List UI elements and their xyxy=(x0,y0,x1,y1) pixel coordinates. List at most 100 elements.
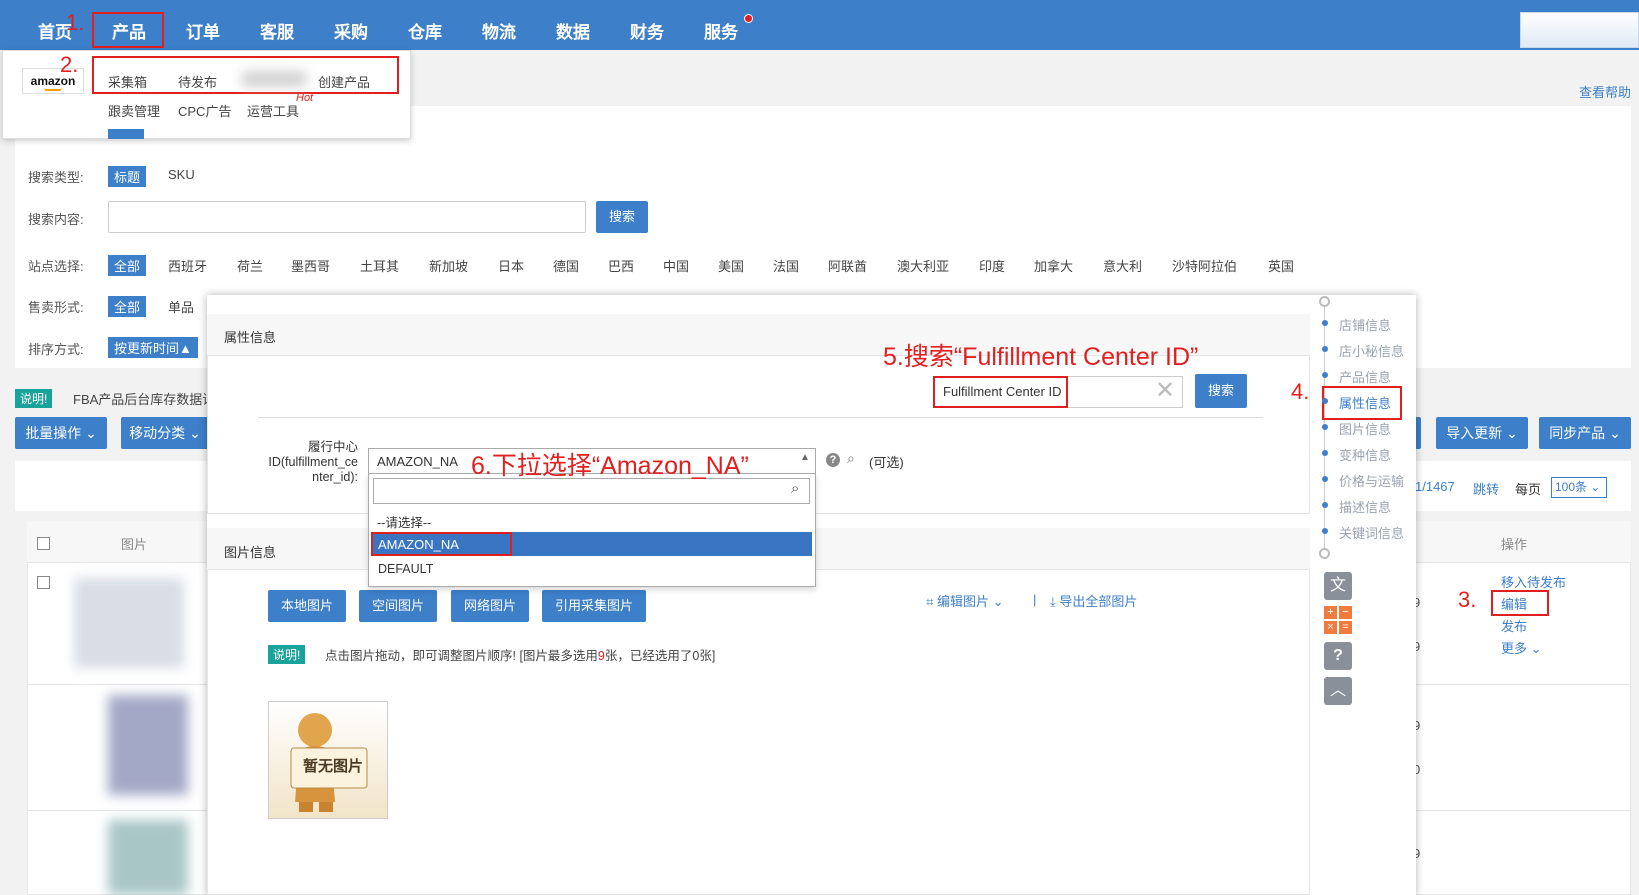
sale-form-label: 售卖形式: xyxy=(28,300,84,315)
jump-link[interactable]: 跳转 xyxy=(1473,479,1499,498)
nav-logistics[interactable]: 物流 xyxy=(482,18,516,43)
site-all[interactable]: 全部 xyxy=(108,255,147,276)
step-1-annotation: 1. xyxy=(66,10,85,35)
nav-finance[interactable]: 财务 xyxy=(630,18,664,43)
side-nav-dot xyxy=(1322,372,1328,378)
import-update-button[interactable]: 导入更新 ⌄ xyxy=(1436,417,1528,449)
help-circle-icon[interactable]: ? xyxy=(826,453,840,467)
clear-icon[interactable]: ✕ xyxy=(1155,379,1175,403)
side-nav-dot xyxy=(1322,450,1328,456)
site-uk[interactable]: 英国 xyxy=(1268,256,1294,275)
batch-ops-button[interactable]: 批量操作 ⌄ xyxy=(15,417,107,449)
export-images-link[interactable]: ⤓ 导出全部图片 xyxy=(1050,591,1137,610)
web-image-button[interactable]: 网络图片 xyxy=(451,590,529,622)
site-turkey[interactable]: 土耳其 xyxy=(360,256,399,275)
side-nav-dot xyxy=(1322,502,1328,508)
download-icon: ⤓ xyxy=(1050,594,1056,609)
calculator-icon[interactable]: + − × = xyxy=(1324,606,1352,634)
step-3-annotation: 3. xyxy=(1458,587,1477,612)
menu-collection-box[interactable]: 采集箱 xyxy=(108,72,147,91)
search-input[interactable] xyxy=(108,201,586,233)
menu-ops-tools[interactable]: 运营工具 xyxy=(247,101,299,120)
site-japan[interactable]: 日本 xyxy=(498,256,524,275)
product-thumbnail[interactable] xyxy=(108,820,188,895)
side-nav-description[interactable]: 描述信息 xyxy=(1339,497,1391,516)
sale-form-single[interactable]: 单品 xyxy=(168,297,194,316)
site-singapore[interactable]: 新加坡 xyxy=(429,256,468,275)
menu-pending-publish[interactable]: 待发布 xyxy=(178,72,217,91)
menu-cpc-ads[interactable]: CPC广告 xyxy=(178,101,231,120)
attribute-search-button[interactable]: 搜索 xyxy=(1195,374,1247,408)
sale-form-all[interactable]: 全部 xyxy=(108,296,147,317)
sort-select[interactable]: 按更新时间▲ xyxy=(108,337,198,358)
product-thumbnail[interactable] xyxy=(74,578,184,668)
option-default[interactable]: DEFAULT xyxy=(378,562,433,576)
site-netherlands[interactable]: 荷兰 xyxy=(237,256,263,275)
side-nav-variant-info[interactable]: 变种信息 xyxy=(1339,445,1391,464)
site-china[interactable]: 中国 xyxy=(663,256,689,275)
nav-product[interactable]: 产品 xyxy=(112,18,146,43)
menu-follow-sell[interactable]: 跟卖管理 xyxy=(108,101,160,120)
space-image-button[interactable]: 空间图片 xyxy=(359,590,437,622)
side-nav-price-shipping[interactable]: 价格与运输 xyxy=(1339,471,1404,490)
menu-create-product[interactable]: 创建产品 xyxy=(318,72,370,91)
per-page-select[interactable]: 100条 ⌄ xyxy=(1551,477,1607,498)
site-germany[interactable]: 德国 xyxy=(553,256,579,275)
side-nav-image-info[interactable]: 图片信息 xyxy=(1339,419,1391,438)
select-all-checkbox[interactable] xyxy=(37,537,50,550)
sync-products-button[interactable]: 同步产品 ⌄ xyxy=(1539,417,1631,449)
help-icon[interactable]: ? xyxy=(1324,642,1352,670)
notice-badge: 说明! xyxy=(15,389,53,408)
site-france[interactable]: 法国 xyxy=(773,256,799,275)
site-canada[interactable]: 加拿大 xyxy=(1034,256,1073,275)
product-thumbnail[interactable] xyxy=(108,695,188,795)
move-to-pending-link[interactable]: 移入待发布 xyxy=(1501,572,1566,591)
site-italy[interactable]: 意大利 xyxy=(1103,256,1142,275)
nav-services[interactable]: 服务 xyxy=(704,18,738,43)
search-type-sku[interactable]: SKU xyxy=(168,167,195,182)
top-nav-bar xyxy=(0,0,1639,50)
site-label: 站点选择: xyxy=(28,259,84,274)
label-line: 履行中心 xyxy=(307,440,358,454)
nav-warehouse[interactable]: 仓库 xyxy=(408,18,442,43)
edit-link[interactable]: 编辑 xyxy=(1501,594,1527,613)
search-type-title[interactable]: 标题 xyxy=(108,166,147,187)
side-nav-keywords[interactable]: 关键词信息 xyxy=(1339,523,1404,542)
local-image-button[interactable]: 本地图片 xyxy=(268,590,346,622)
notification-dot-icon xyxy=(744,14,753,23)
side-nav-attr-info[interactable]: 属性信息 xyxy=(1339,393,1391,412)
translate-icon[interactable]: 文 xyxy=(1324,572,1352,600)
back-to-top-icon[interactable]: ︿ xyxy=(1324,677,1352,705)
site-brazil[interactable]: 巴西 xyxy=(608,256,634,275)
help-link[interactable]: 查看帮助 xyxy=(1579,82,1631,101)
user-account-box[interactable] xyxy=(1520,12,1639,48)
site-saudi[interactable]: 沙特阿拉伯 xyxy=(1172,256,1237,275)
side-nav-product-info[interactable]: 产品信息 xyxy=(1339,367,1391,386)
publish-link[interactable]: 发布 xyxy=(1501,616,1527,635)
nav-data[interactable]: 数据 xyxy=(556,18,590,43)
edit-images-dropdown[interactable]: ⌗ 编辑图片 ⌄ xyxy=(926,591,1004,610)
move-category-button[interactable]: 移动分类 ⌄ xyxy=(121,417,209,449)
note-part: 点击图片拖动，即可调整图片顺序! [图片最多选用 xyxy=(325,649,598,663)
blurred-menu-item[interactable] xyxy=(242,72,306,86)
search-icon[interactable]: ⌕ xyxy=(847,450,855,467)
col-ops-header: 操作 xyxy=(1501,537,1528,552)
nav-purchase[interactable]: 采购 xyxy=(334,18,368,43)
site-uae[interactable]: 阿联酋 xyxy=(828,256,867,275)
site-australia[interactable]: 澳大利亚 xyxy=(897,256,949,275)
side-nav-dxm-info[interactable]: 店小秘信息 xyxy=(1339,341,1404,360)
site-spain[interactable]: 西班牙 xyxy=(168,256,207,275)
col-image-header: 图片 xyxy=(121,537,148,552)
filter-search-button[interactable]: 搜索 xyxy=(596,201,648,233)
nav-service[interactable]: 客服 xyxy=(260,18,294,43)
chevron-down-icon: ⌄ xyxy=(189,425,201,441)
nav-orders[interactable]: 订单 xyxy=(186,18,220,43)
site-india[interactable]: 印度 xyxy=(979,256,1005,275)
side-nav-shop-info[interactable]: 店铺信息 xyxy=(1339,315,1391,334)
row-checkbox[interactable] xyxy=(37,576,50,589)
site-mexico[interactable]: 墨西哥 xyxy=(291,256,330,275)
collected-image-button[interactable]: 引用采集图片 xyxy=(542,590,646,622)
site-usa[interactable]: 美国 xyxy=(718,256,744,275)
more-link[interactable]: 更多 ⌄ xyxy=(1501,638,1542,657)
option-placeholder[interactable]: --请选择-- xyxy=(377,512,431,531)
